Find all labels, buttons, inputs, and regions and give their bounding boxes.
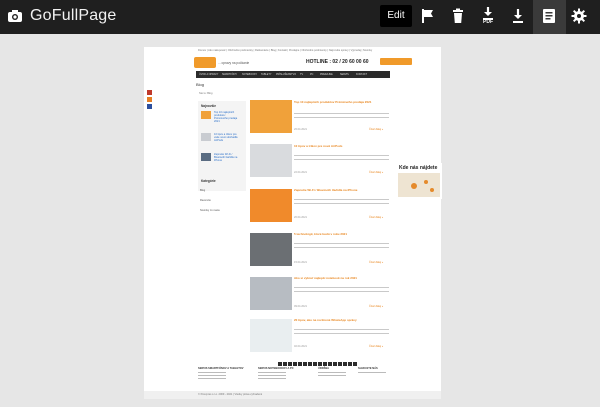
- sidebar-item[interactable]: 10 tipov a trikov pre vaše nové slúchadl…: [214, 133, 238, 142]
- footer-column: SERVIS NOTEBOOKOV A PC: [258, 367, 294, 379]
- share-icon[interactable]: [147, 104, 152, 109]
- nav-item[interactable]: TABLETY: [261, 73, 271, 76]
- category-link[interactable]: Recenzie: [200, 199, 211, 202]
- read-more-link[interactable]: Čítať ďalej »: [369, 305, 383, 308]
- category-link[interactable]: Blog: [200, 189, 205, 192]
- post-excerpt: [294, 159, 389, 160]
- sidebar-heading: Najnovšie: [201, 104, 217, 108]
- post-thumbnail[interactable]: [250, 189, 292, 222]
- post-date: 20.04.2021: [294, 216, 307, 219]
- camera-icon[interactable]: [7, 9, 23, 24]
- nav-item[interactable]: SMARTFÓNY: [222, 73, 237, 76]
- captured-page-preview[interactable]: Domov | Ako nakupovať | Obchodné podmien…: [144, 47, 441, 399]
- nav-item[interactable]: KONTAKT: [356, 73, 367, 76]
- sidebar-thumb[interactable]: [201, 153, 211, 161]
- gear-icon[interactable]: [571, 8, 587, 24]
- site-tagline: ... opravy na počkanie: [218, 61, 250, 65]
- copyright-bar: © Pcexpres s.r.o. 2009 - 2021 | Všetky p…: [144, 391, 441, 399]
- post-title[interactable]: 10 tipov a trikov pre nové AirPods: [294, 144, 384, 149]
- categories-heading: Kategórie: [201, 179, 216, 183]
- store-locator-heading: Kde nás nájdete: [399, 165, 438, 171]
- post-excerpt: [294, 247, 389, 248]
- post-excerpt: [294, 199, 389, 200]
- post-excerpt: [294, 287, 389, 288]
- post-thumbnail[interactable]: [250, 319, 292, 352]
- post-title[interactable]: 20 tipov, ako na rozšírené WhatsApp sprá…: [294, 318, 384, 323]
- read-more-link[interactable]: Čítať ďalej »: [369, 128, 383, 131]
- post-excerpt: [294, 117, 389, 118]
- post-date: 22.04.2021: [294, 171, 307, 174]
- nav-item[interactable]: PC: [310, 73, 313, 76]
- footer-column: ÚDRŽBA: [318, 367, 346, 376]
- post-title[interactable]: Zapnutie Wi-Fi / Bluetooth tlačidla na i…: [294, 188, 384, 193]
- sidebar-item[interactable]: Top 10 najlepších produktov Prémiového p…: [214, 111, 238, 123]
- breadcrumb: Ste tu: Blog: [199, 92, 213, 95]
- post-date: 02.04.2021: [294, 345, 307, 348]
- blog-heading: Blog: [196, 82, 205, 87]
- post-thumbnail[interactable]: [250, 144, 292, 177]
- flag-icon[interactable]: [420, 8, 436, 24]
- main-nav: ÚVOD A OPRAVY SMARTFÓNY NOTEBOOKY TABLET…: [196, 71, 390, 78]
- site-logo: [194, 57, 216, 68]
- post-excerpt: [294, 155, 389, 156]
- post-excerpt: [294, 203, 389, 204]
- category-link[interactable]: Novinky zo sveta: [200, 209, 220, 212]
- nav-item[interactable]: NOTEBOOKY: [242, 73, 257, 76]
- hotline: HOTLINE : 02 / 20 60 00 60: [306, 59, 369, 65]
- nav-item[interactable]: TV: [300, 73, 303, 76]
- post-thumbnail[interactable]: [250, 100, 292, 133]
- post-date: 09.04.2021: [294, 305, 307, 308]
- post-excerpt: [294, 243, 389, 244]
- pdf-label: PDF: [483, 19, 493, 25]
- store-locator-widget[interactable]: Kde nás nájdete: [396, 163, 442, 199]
- app-title: GoFullPage: [30, 7, 117, 24]
- nav-item[interactable]: SERVIS: [340, 73, 349, 76]
- footer-column: SERVIS SMARTFÓNOV A TABLETOV: [198, 367, 244, 379]
- sidebar-item[interactable]: Zapnutie Wi-Fi / Bluetooth tlačidla na i…: [214, 153, 238, 162]
- nav-item[interactable]: PRÍSLUŠENSTVO: [276, 73, 296, 76]
- post-thumbnail[interactable]: [250, 233, 292, 266]
- top-links: Domov | Ako nakupovať | Obchodné podmien…: [198, 49, 373, 52]
- share-icon[interactable]: [147, 90, 152, 95]
- nav-item[interactable]: ÚVOD A OPRAVY: [199, 73, 218, 76]
- post-title[interactable]: 5 technológií, ktoré budú v roku 2021: [294, 232, 384, 237]
- extension-toolbar: GoFullPage Edit PDF: [0, 0, 600, 34]
- post-title[interactable]: Ako si vybrať najlepší notebook na rok 2…: [294, 276, 384, 281]
- read-more-link[interactable]: Čítať ďalej »: [369, 216, 383, 219]
- post-thumbnail[interactable]: [250, 277, 292, 310]
- map-icon: [398, 173, 440, 197]
- trash-icon[interactable]: [450, 8, 466, 24]
- post-excerpt: [294, 333, 389, 334]
- post-title[interactable]: Top 10 najlepších produktov Prémiového p…: [294, 100, 384, 105]
- nav-item[interactable]: PREDAJNE: [320, 73, 333, 76]
- edit-button[interactable]: Edit: [380, 5, 412, 27]
- post-excerpt: [294, 113, 389, 114]
- post-date: 26.04.2021: [294, 128, 307, 131]
- sidebar-thumb[interactable]: [201, 133, 211, 141]
- share-icon[interactable]: [147, 97, 152, 102]
- footer-column: SLEDUJTE NÁS: [358, 367, 386, 373]
- sidebar-thumb[interactable]: [201, 111, 211, 119]
- read-more-link[interactable]: Čítať ďalej »: [369, 261, 383, 264]
- download-icon[interactable]: [510, 8, 526, 24]
- post-excerpt: [294, 291, 389, 292]
- read-more-link[interactable]: Čítať ďalej »: [369, 345, 383, 348]
- post-excerpt: [294, 329, 389, 330]
- cart-button[interactable]: [380, 58, 412, 65]
- document-icon[interactable]: [541, 8, 557, 24]
- read-more-link[interactable]: Čítať ďalej »: [369, 171, 383, 174]
- post-date: 15.04.2021: [294, 261, 307, 264]
